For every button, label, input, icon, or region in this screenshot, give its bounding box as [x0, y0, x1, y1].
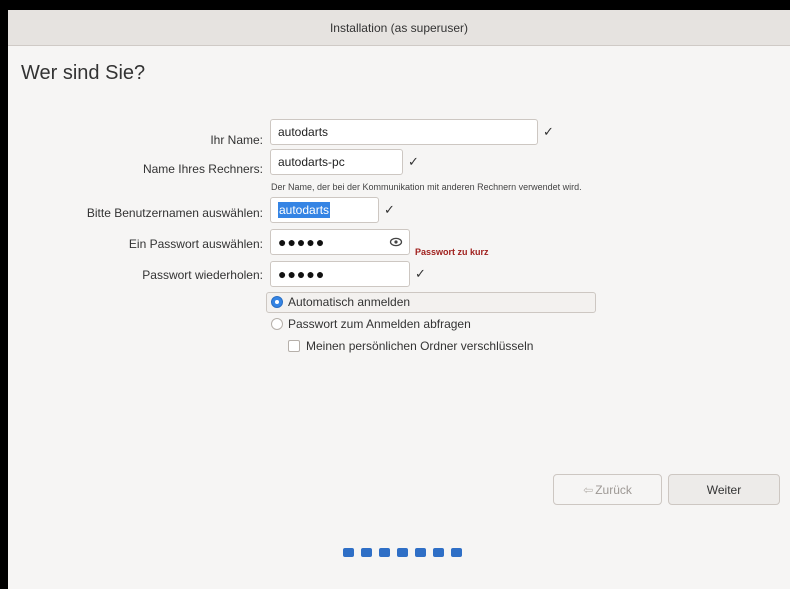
- password-label: Ein Passwort auswählen:: [128, 237, 263, 251]
- password-repeat-field[interactable]: ●●●●●: [270, 261, 410, 287]
- password-repeat-check-icon: ✓: [415, 266, 426, 281]
- username-value: autodarts: [278, 202, 331, 218]
- progress-step: [343, 548, 354, 557]
- computer-name-value: autodarts-pc: [278, 155, 345, 169]
- page-title: Wer sind Sie?: [21, 62, 146, 84]
- progress-step: [433, 548, 444, 557]
- progress-step: [397, 548, 408, 557]
- auto-login-option[interactable]: Automatisch anmelden: [271, 295, 410, 309]
- username-label: Bitte Benutzernamen auswählen:: [86, 206, 263, 220]
- password-field[interactable]: ●●●●●: [270, 229, 410, 255]
- name-field-value: autodarts: [278, 125, 329, 139]
- back-button-label: Zurück: [595, 482, 632, 497]
- ask-password-label: Passwort zum Anmelden abfragen: [288, 317, 471, 331]
- show-password-icon[interactable]: [389, 235, 403, 249]
- progress-step: [361, 548, 372, 557]
- progress-indicator: [343, 548, 462, 557]
- password-warning: Passwort zu kurz: [415, 247, 489, 257]
- name-check-icon: ✓: [543, 124, 554, 139]
- back-arrow-icon: ⇦: [583, 482, 594, 497]
- progress-step: [379, 548, 390, 557]
- password-value: ●●●●●: [278, 234, 326, 250]
- back-button[interactable]: ⇦ Zurück: [553, 474, 662, 505]
- encrypt-home-option[interactable]: Meinen persönlichen Ordner verschlüsseln: [288, 339, 533, 353]
- ask-password-option[interactable]: Passwort zum Anmelden abfragen: [271, 317, 471, 331]
- computer-name-label: Name Ihres Rechners:: [142, 162, 263, 176]
- installer-window: Installation (as superuser) Wer sind Sie…: [8, 10, 790, 589]
- encrypt-home-checkbox[interactable]: [288, 340, 300, 352]
- username-field[interactable]: autodarts: [270, 197, 379, 223]
- auto-login-radio[interactable]: [271, 296, 283, 308]
- next-button[interactable]: Weiter: [668, 474, 780, 505]
- title-bar: Installation (as superuser): [8, 10, 790, 46]
- username-check-icon: ✓: [384, 202, 395, 217]
- computer-name-hint: Der Name, der bei der Kommunikation mit …: [271, 182, 582, 192]
- ask-password-radio[interactable]: [271, 318, 283, 330]
- auto-login-label: Automatisch anmelden: [288, 295, 411, 309]
- password-repeat-label: Passwort wiederholen:: [142, 268, 263, 282]
- progress-step: [451, 548, 462, 557]
- computer-name-check-icon: ✓: [408, 154, 419, 169]
- window-title: Installation (as superuser): [329, 20, 469, 35]
- computer-name-field[interactable]: autodarts-pc: [270, 149, 403, 175]
- password-repeat-value: ●●●●●: [278, 266, 326, 282]
- encrypt-home-label: Meinen persönlichen Ordner verschlüsseln: [306, 339, 534, 353]
- next-button-label: Weiter: [706, 482, 742, 497]
- progress-step: [415, 548, 426, 557]
- name-field[interactable]: autodarts: [270, 119, 538, 145]
- name-label: Ihr Name:: [210, 133, 263, 147]
